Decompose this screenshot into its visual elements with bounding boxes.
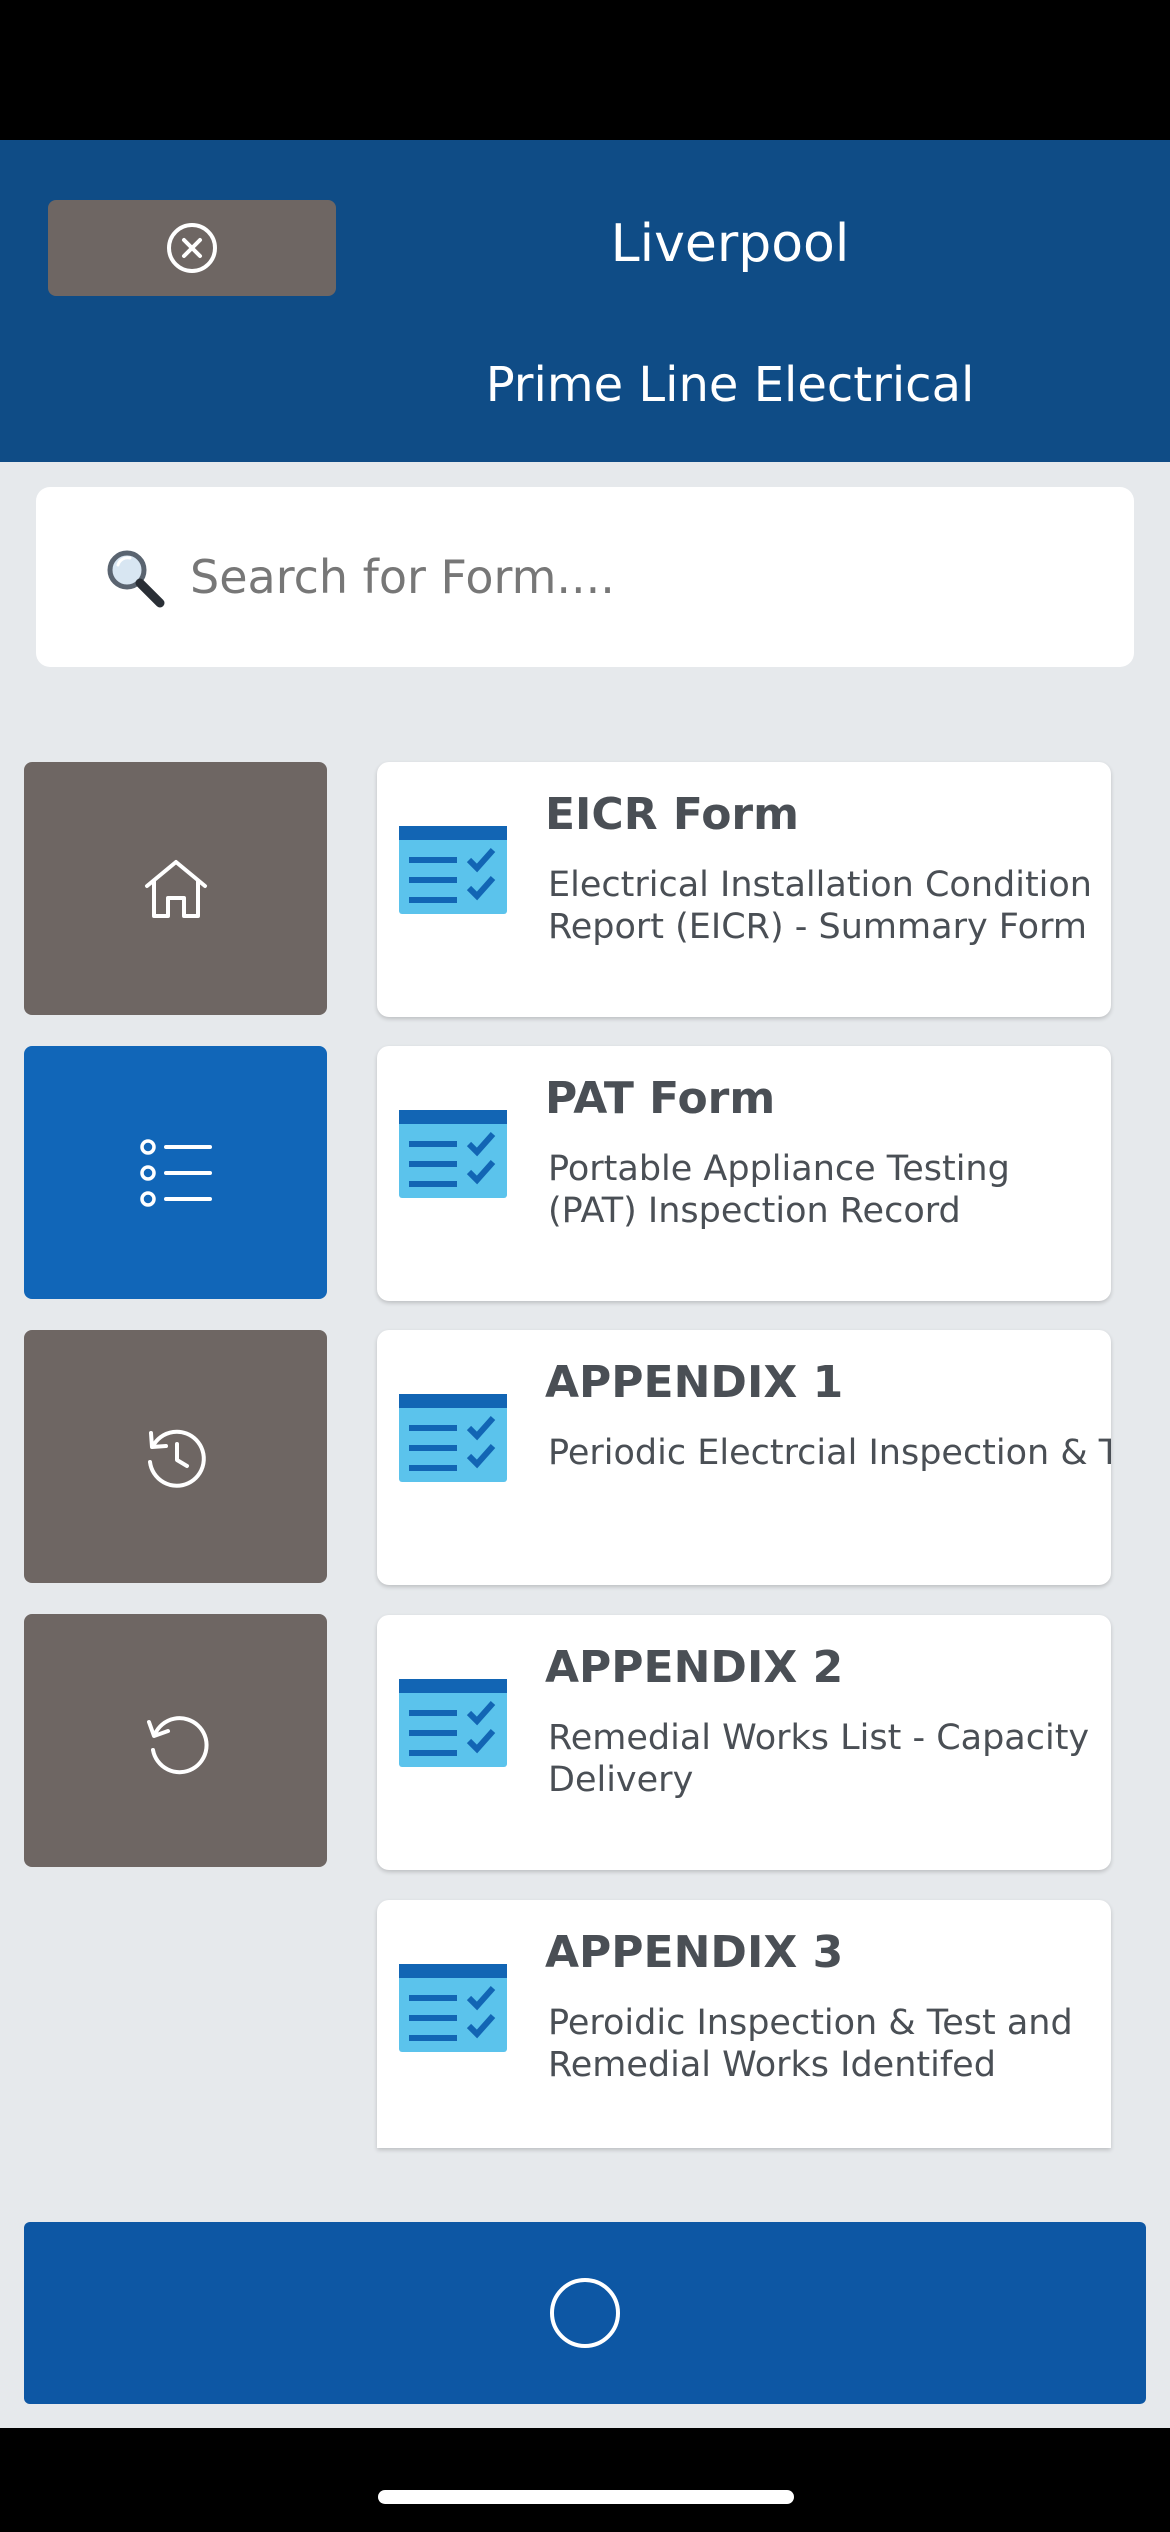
nav-forms-list-button[interactable] [24,1046,327,1299]
form-card-title: APPENDIX 1 [545,1357,844,1408]
form-checklist-icon [399,826,507,914]
form-card-eicr[interactable]: EICR Form Electrical Installation Condit… [377,762,1111,1017]
close-button[interactable] [48,200,336,296]
system-home-bar [0,2428,1170,2532]
form-card-description: Electrical Installation Condition Report… [548,865,1092,947]
nav-history-button[interactable] [24,1330,327,1583]
undo-icon [146,1715,209,1774]
list-icon [139,1138,212,1207]
form-card-appendix-3[interactable]: APPENDIX 3 Peroidic Inspection & Test an… [377,1900,1111,2148]
form-card-pat[interactable]: PAT Form Portable Appliance Testing (PAT… [377,1046,1111,1301]
form-card-description: Remedial Works List - Capacity Delivery [548,1718,1090,1800]
form-card-title: APPENDIX 3 [545,1927,844,1978]
search-input[interactable] [190,550,1070,604]
home-icon [144,859,207,918]
search-box[interactable] [36,487,1134,667]
form-card-appendix-1[interactable]: APPENDIX 1 Periodic Electrcial Inspectio… [377,1330,1111,1585]
form-card-title: PAT Form [545,1073,776,1124]
form-card-description: Periodic Electrcial Inspection & Test [548,1433,1111,1473]
form-card-description: Portable Appliance Testing (PAT) Inspect… [548,1149,1010,1231]
circle-icon [550,2278,620,2348]
form-checklist-icon [399,1964,507,2052]
form-checklist-icon [399,1679,507,1767]
nav-undo-button[interactable] [24,1614,327,1867]
form-card-appendix-2[interactable]: APPENDIX 2 Remedial Works List - Capacit… [377,1615,1111,1870]
magnifier-icon [102,537,182,617]
nav-home-button[interactable] [24,762,327,1015]
header-title: Liverpool [610,214,850,274]
form-checklist-icon [399,1394,507,1482]
history-icon [147,1429,206,1488]
status-bar [0,0,1170,140]
bottom-action-bar[interactable] [24,2222,1146,2404]
form-card-description: Peroidic Inspection & Test and Remedial … [548,2003,1073,2085]
form-card-title: EICR Form [545,789,799,840]
close-circle-icon [167,223,217,273]
header-subtitle: Prime Line Electrical [485,357,975,413]
home-indicator[interactable] [378,2490,794,2504]
form-card-title: APPENDIX 2 [545,1642,844,1693]
form-checklist-icon [399,1110,507,1198]
